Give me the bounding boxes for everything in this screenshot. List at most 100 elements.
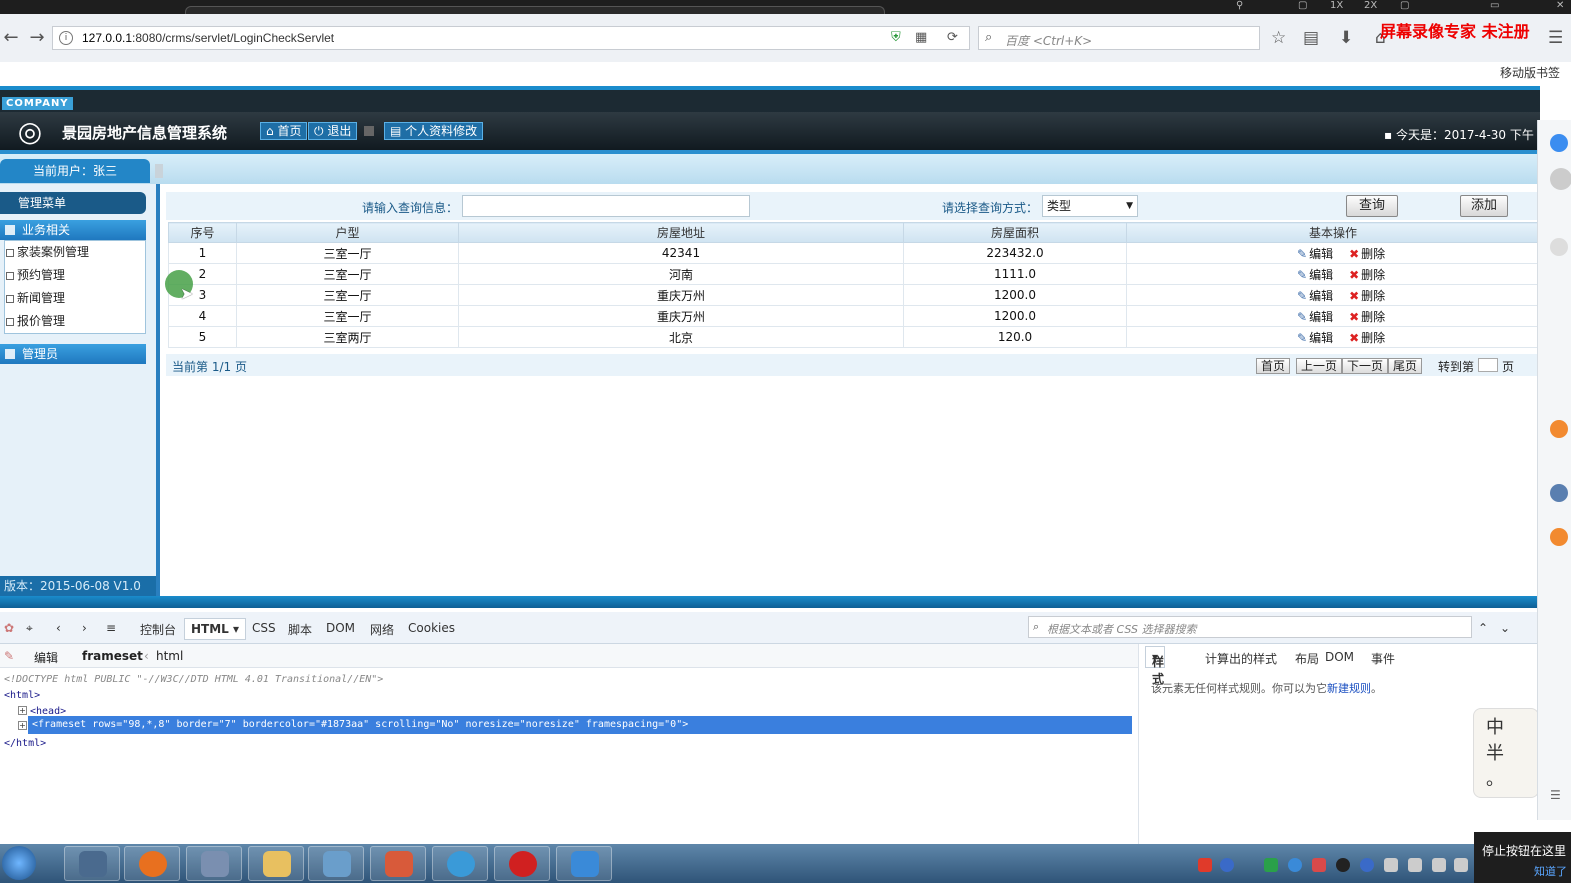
edit-link[interactable]: ✎ 编辑 — [1297, 245, 1333, 262]
prev-page-button[interactable]: 上一页 — [1296, 358, 1343, 374]
first-page-button[interactable]: 首页 — [1256, 358, 1291, 374]
edit-pen-icon[interactable]: ✎ — [4, 649, 14, 663]
sidebar-item-appointment[interactable]: 预约管理 — [6, 266, 65, 284]
tray-icon[interactable] — [1312, 858, 1326, 872]
download-icon[interactable]: ⬇ — [1339, 28, 1353, 48]
expand-frameset-icon[interactable]: + — [18, 721, 27, 730]
mobile-bookmarks[interactable]: 移动版书签 — [1500, 64, 1560, 81]
gift-icon[interactable] — [1550, 420, 1568, 438]
goto-page-input[interactable] — [1478, 358, 1498, 372]
address-bar[interactable]: i 127.0.0.1:8080/crms/servlet/LoginCheck… — [52, 26, 970, 50]
frame-divider[interactable] — [0, 596, 1540, 608]
tab-network[interactable]: 网络 — [370, 621, 394, 638]
edit-link[interactable]: ✎ 编辑 — [1297, 329, 1333, 346]
url-text[interactable]: 127.0.0.1:8080/crms/servlet/LoginCheckSe… — [82, 31, 334, 45]
group-admin[interactable]: 管理员 — [0, 344, 146, 364]
sidebar-item-quote[interactable]: 报价管理 — [6, 312, 65, 330]
avatar[interactable] — [1550, 168, 1571, 190]
crumb-html[interactable]: html — [156, 649, 183, 663]
expand-head-icon[interactable]: + — [18, 706, 27, 715]
pin-icon[interactable]: ⚲ — [1236, 0, 1243, 11]
user-icon[interactable] — [1550, 484, 1568, 502]
back-icon[interactable]: ← — [0, 27, 22, 49]
coupon-icon[interactable] — [1550, 528, 1568, 546]
tab-dom[interactable]: DOM — [326, 621, 355, 635]
taskbar-app-5[interactable] — [308, 846, 364, 881]
bookmark-star-icon[interactable]: ☆ — [1271, 28, 1286, 48]
taskbar-app-3[interactable] — [186, 846, 242, 881]
help-icon[interactable] — [1220, 858, 1234, 872]
html-close-line[interactable]: </html> — [4, 736, 383, 752]
query-button[interactable]: 查询 — [1346, 195, 1398, 217]
tab-events[interactable]: 事件 — [1371, 650, 1395, 667]
chevron-down-icon[interactable]: ⌄ — [1500, 621, 1510, 635]
delete-link[interactable]: ✖ 删除 — [1349, 329, 1385, 346]
command-line-icon[interactable]: ≡ — [106, 621, 116, 635]
site-info-icon[interactable]: i — [59, 31, 73, 45]
tab-style[interactable]: 样式 ▾ — [1145, 646, 1166, 686]
taskbar-explorer[interactable] — [248, 846, 304, 881]
start-button[interactable] — [2, 846, 36, 880]
shield-icon[interactable]: ⛨ — [891, 30, 901, 45]
edit-link[interactable]: ✎ 编辑 — [1297, 266, 1333, 283]
tab-html[interactable]: HTML ▾ — [184, 618, 247, 640]
edit-link[interactable]: ✎ 编辑 — [1297, 308, 1333, 325]
html-open-line[interactable]: <html> — [4, 688, 383, 704]
add-button[interactable]: 添加 — [1460, 195, 1508, 217]
home-button[interactable]: ⌂ 首页 — [260, 122, 308, 140]
edit-button[interactable]: 编辑 — [34, 649, 58, 666]
tab-computed[interactable]: 计算出的样式 — [1205, 650, 1277, 667]
tab-script[interactable]: 脚本 — [288, 621, 312, 638]
taskbar-app-1[interactable] — [64, 846, 120, 881]
profile-button[interactable]: ▤ 个人资料修改 — [384, 122, 484, 140]
devtools-search[interactable]: ⌕ 根据文本或者 CSS 选择器搜索 — [1028, 616, 1472, 638]
qq-icon[interactable] — [1336, 858, 1350, 872]
browser-tab[interactable] — [185, 6, 885, 14]
zoom-1x-icon[interactable]: 1X — [1330, 0, 1343, 11]
taskbar-firefox[interactable] — [124, 846, 180, 881]
crumb-frameset[interactable]: frameset — [82, 649, 143, 663]
back-arrow-icon[interactable]: ‹ — [56, 621, 61, 635]
volume-icon[interactable] — [1384, 858, 1398, 872]
restore-icon[interactable]: ▢ — [1298, 0, 1307, 11]
sidebar-item-case[interactable]: 家装案例管理 — [6, 243, 89, 261]
reading-list-icon[interactable]: ▤ — [1303, 28, 1319, 48]
network-icon[interactable] — [1408, 858, 1422, 872]
delete-link[interactable]: ✖ 删除 — [1349, 266, 1385, 283]
tab-style-dom[interactable]: DOM — [1325, 650, 1354, 664]
edit-link[interactable]: ✎ 编辑 — [1297, 287, 1333, 304]
close-window-icon[interactable]: ✕ — [1556, 0, 1564, 11]
taskbar-app-8[interactable] — [494, 846, 550, 881]
zoom-2x-icon[interactable]: 2X — [1364, 0, 1377, 11]
new-rule-link[interactable]: 新建规则 — [1327, 682, 1371, 695]
speaker-icon[interactable] — [1432, 858, 1446, 872]
qrcode-icon[interactable]: ▦ — [915, 30, 927, 45]
ime-stamp[interactable]: 中 半 。 — [1473, 708, 1539, 798]
tray-icon[interactable] — [1264, 858, 1278, 872]
search-bar[interactable]: ⌕ 百度 <Ctrl+K> — [978, 26, 1260, 50]
bell-icon[interactable] — [1550, 134, 1568, 152]
frameset-line-selected[interactable]: <frameset rows="98,*,8" border="7" borde… — [28, 716, 1132, 734]
tray-icon[interactable] — [1360, 858, 1374, 872]
minimize-icon[interactable]: ▭ — [1490, 0, 1499, 11]
search-icon[interactable] — [1550, 238, 1568, 256]
query-type-select[interactable]: 类型 ▼ — [1042, 195, 1138, 217]
logout-button[interactable]: ⏻ 退出 — [308, 122, 358, 140]
forward-icon[interactable]: → — [26, 27, 48, 49]
chevron-up-icon[interactable]: ⌃ — [1478, 621, 1488, 635]
next-page-button[interactable]: 下一页 — [1342, 358, 1389, 374]
taskbar-app-7[interactable] — [432, 846, 488, 881]
menu-icon[interactable]: ☰ — [1548, 28, 1563, 48]
delete-link[interactable]: ✖ 删除 — [1349, 245, 1385, 262]
query-input[interactable] — [462, 195, 750, 217]
tab-console[interactable]: 控制台 — [140, 621, 176, 638]
taskbar-app-9[interactable] — [556, 846, 612, 881]
group-business[interactable]: 业务相关 — [0, 220, 146, 240]
inspect-icon[interactable]: ⌖ — [26, 621, 33, 636]
firebug-icon[interactable]: ✿ — [4, 621, 14, 635]
stop-tip-link[interactable]: 知道了 — [1482, 863, 1571, 879]
tray-icon[interactable] — [1288, 858, 1302, 872]
delete-link[interactable]: ✖ 删除 — [1349, 287, 1385, 304]
taskbar-app-6[interactable] — [370, 846, 426, 881]
window-icon[interactable]: ▢ — [1400, 0, 1409, 11]
